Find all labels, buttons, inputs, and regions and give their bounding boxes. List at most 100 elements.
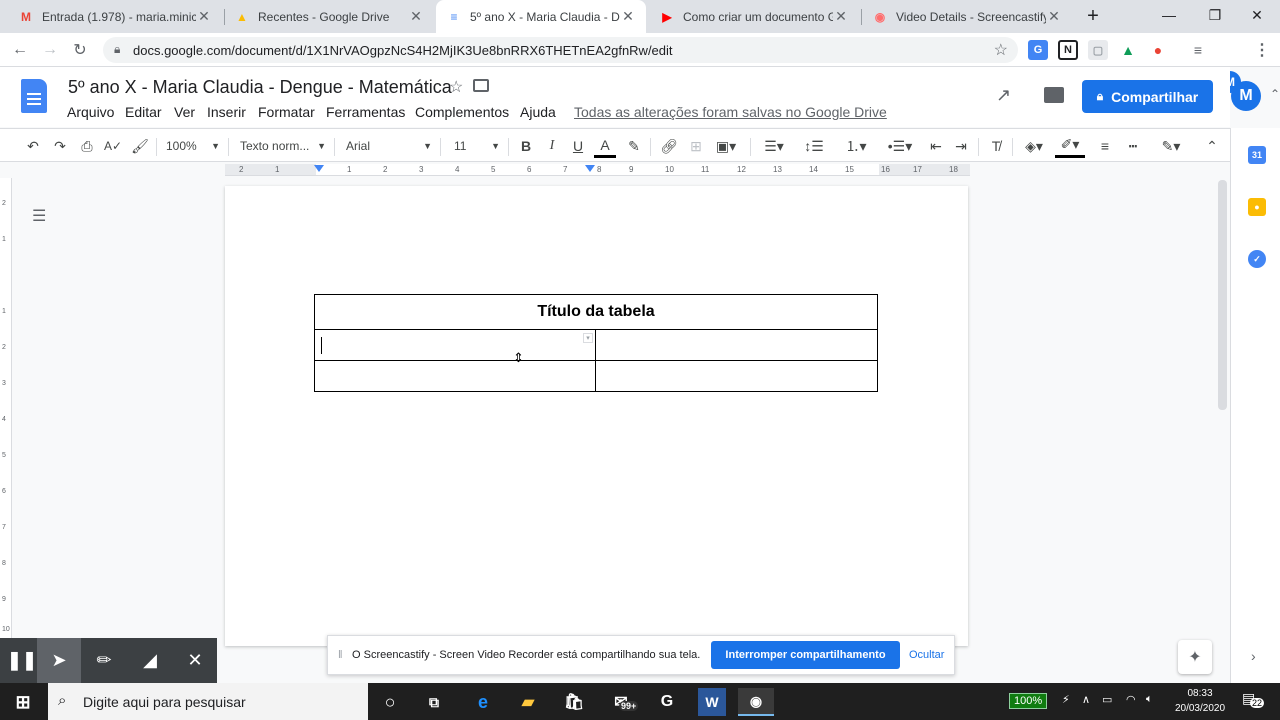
cortana-icon[interactable]: ○ (372, 688, 408, 716)
add-comment-icon[interactable]: ⊞ (685, 134, 707, 158)
save-status[interactable]: Todas as alterações foram salvas no Goog… (574, 104, 887, 120)
eraser-icon[interactable]: ◢ (128, 638, 172, 683)
store-icon[interactable]: 🛍︎ (556, 688, 592, 716)
document-outline-icon[interactable]: ☰ (32, 206, 46, 226)
close-icon[interactable]: ✕ (196, 8, 212, 25)
pen-icon[interactable]: ✏︎ (82, 638, 126, 683)
battery-indicator[interactable]: 100% (1009, 693, 1048, 709)
stop-sharing-button[interactable]: Interromper compartilhamento (711, 641, 900, 669)
calendar-icon[interactable]: 31 (1248, 146, 1266, 164)
cell-menu-chevron-icon[interactable]: ▾ (583, 333, 593, 343)
share-button[interactable]: 🔒︎ Compartilhar (1082, 80, 1213, 113)
document-scrollbar[interactable] (1215, 178, 1230, 638)
chevron-up-icon[interactable]: ∧ (1082, 693, 1090, 706)
underline-icon[interactable]: U (568, 134, 588, 158)
screencastify-extension-icon[interactable]: ● (1148, 40, 1168, 60)
media-control-icon[interactable]: ≡ (1188, 40, 1208, 60)
activity-trend-icon[interactable]: ↗ (996, 85, 1011, 106)
menu-ajuda[interactable]: Ajuda (520, 104, 556, 120)
scrollbar-thumb[interactable] (1218, 180, 1227, 410)
back-icon[interactable]: ← (8, 38, 32, 62)
docs-logo-icon[interactable] (21, 79, 47, 113)
menu-formatar[interactable]: Formatar (258, 104, 315, 120)
move-folder-icon[interactable] (473, 79, 489, 92)
link-icon[interactable]: 🔗︎ (658, 134, 680, 158)
word-icon[interactable]: W (698, 688, 726, 716)
horizontal-ruler[interactable]: 2 1 1 2 3 4 5 6 7 8 9 10 11 12 13 14 15 … (225, 164, 970, 176)
paint-format-icon[interactable]: 🖌︎ (129, 134, 151, 158)
tab-gmail[interactable]: M Entrada (1.978) - maria.minich... ✕ (8, 0, 222, 33)
font-size-select[interactable]: 11 ▼ (454, 134, 500, 158)
star-icon[interactable]: ☆ (994, 40, 1008, 60)
task-view-icon[interactable]: ⧉ (416, 688, 452, 716)
hide-menus-icon[interactable]: ⌃ (1201, 134, 1223, 158)
power-icon[interactable]: ⚡︎ (1062, 693, 1070, 706)
menu-ferramentas[interactable]: Ferramentas (326, 104, 405, 120)
cursor-icon[interactable]: ➤ (37, 638, 81, 683)
numbered-list-icon[interactable]: ⒈▾ (838, 134, 874, 158)
reload-icon[interactable]: ↻ (68, 38, 92, 62)
insert-image-icon[interactable]: ▣▾ (711, 134, 741, 158)
table-title-cell[interactable]: Título da tabela (314, 294, 878, 330)
minimize-icon[interactable]: — (1146, 0, 1192, 30)
tab-drive[interactable]: ▲ Recentes - Google Drive ✕ (224, 0, 434, 33)
new-tab-button[interactable]: + (1082, 5, 1104, 27)
close-icon[interactable]: ✕ (833, 8, 849, 25)
volume-icon[interactable]: 🔈︎ (1146, 693, 1153, 706)
table-cell[interactable]: ▾ ⇕ (314, 329, 596, 365)
menu-complementos[interactable]: Complementos (415, 104, 509, 120)
menu-arquivo[interactable]: Arquivo (67, 104, 114, 120)
redo-icon[interactable]: ↷ (49, 134, 71, 158)
left-indent-marker-icon[interactable] (314, 165, 324, 172)
highlight-icon[interactable]: ✎ (623, 134, 645, 158)
tab-screencastify[interactable]: ◉ Video Details - Screencastify ✕ (862, 0, 1072, 33)
edge-icon[interactable]: e (465, 688, 501, 716)
chrome-icon[interactable]: ◉ (738, 688, 774, 716)
comment-history-icon[interactable] (1044, 87, 1064, 103)
notion-extension-icon[interactable]: N (1058, 40, 1078, 60)
address-bar[interactable]: 🔒︎ docs.google.com/document/d/1X1NrVAOgp… (103, 37, 1018, 63)
google-icon[interactable]: G (649, 688, 685, 716)
align-icon[interactable]: ☰▾ (759, 134, 789, 158)
editing-mode-icon[interactable]: ✎▾ (1154, 134, 1188, 158)
border-dash-icon[interactable]: ┅ (1122, 134, 1144, 158)
menu-ver[interactable]: Ver (174, 104, 195, 120)
wifi-icon[interactable]: ◠ (1126, 693, 1136, 706)
spellcheck-icon[interactable]: A✓ (102, 134, 124, 158)
style-select[interactable]: Texto norm... ▼ (240, 134, 326, 158)
italic-icon[interactable]: I (542, 134, 562, 158)
close-icon[interactable]: ✕ (620, 8, 636, 25)
mail-icon[interactable]: ✉︎ 99+ (603, 688, 639, 716)
vertical-ruler[interactable]: 2 1 1 2 3 4 5 6 7 8 9 10 (0, 178, 12, 638)
hide-button[interactable]: Ocultar (909, 649, 944, 661)
increase-indent-icon[interactable]: ⇥ (950, 134, 972, 158)
clock[interactable]: 08:33 20/03/2020 (1170, 686, 1230, 716)
font-select[interactable]: Arial ▼ (346, 134, 432, 158)
decrease-indent-icon[interactable]: ⇤ (925, 134, 947, 158)
battery-icon[interactable]: ▭ (1102, 693, 1112, 706)
table-cell[interactable] (595, 329, 878, 361)
tab-youtube[interactable]: ▶ Como criar um documento Go... ✕ (649, 0, 859, 33)
zoom-select[interactable]: 100% ▼ (166, 134, 220, 158)
drag-handle-icon[interactable]: ‖ (338, 649, 343, 661)
print-icon[interactable]: ⎙ (76, 134, 98, 158)
clear-formatting-icon[interactable]: T̸ (985, 134, 1007, 158)
star-icon[interactable]: ☆ (449, 77, 463, 97)
maximize-icon[interactable]: ❐ (1192, 0, 1238, 30)
bold-icon[interactable]: B (516, 134, 536, 158)
explore-icon[interactable]: ✦ (1178, 640, 1212, 674)
menu-inserir[interactable]: Inserir (207, 104, 246, 120)
menu-editar[interactable]: Editar (125, 104, 162, 120)
tab-docs[interactable]: ≡ 5º ano X - Maria Claudia - Den... ✕ (436, 0, 646, 33)
chevron-right-icon[interactable]: › (1251, 648, 1256, 664)
account-avatar[interactable]: M (1231, 81, 1261, 111)
bulleted-list-icon[interactable]: •☰▾ (882, 134, 918, 158)
right-indent-marker-icon[interactable] (585, 165, 595, 172)
document-table[interactable]: Título da tabela ▾ ⇕ (314, 294, 878, 392)
table-cell[interactable] (314, 360, 596, 392)
drive-extension-icon[interactable]: ▲ (1118, 40, 1138, 60)
close-icon[interactable]: ✕ (408, 8, 424, 25)
border-color-icon[interactable]: ✐▾ (1055, 134, 1085, 158)
close-icon[interactable]: ✕ (1046, 8, 1062, 25)
text-color-icon[interactable]: A (594, 134, 616, 158)
